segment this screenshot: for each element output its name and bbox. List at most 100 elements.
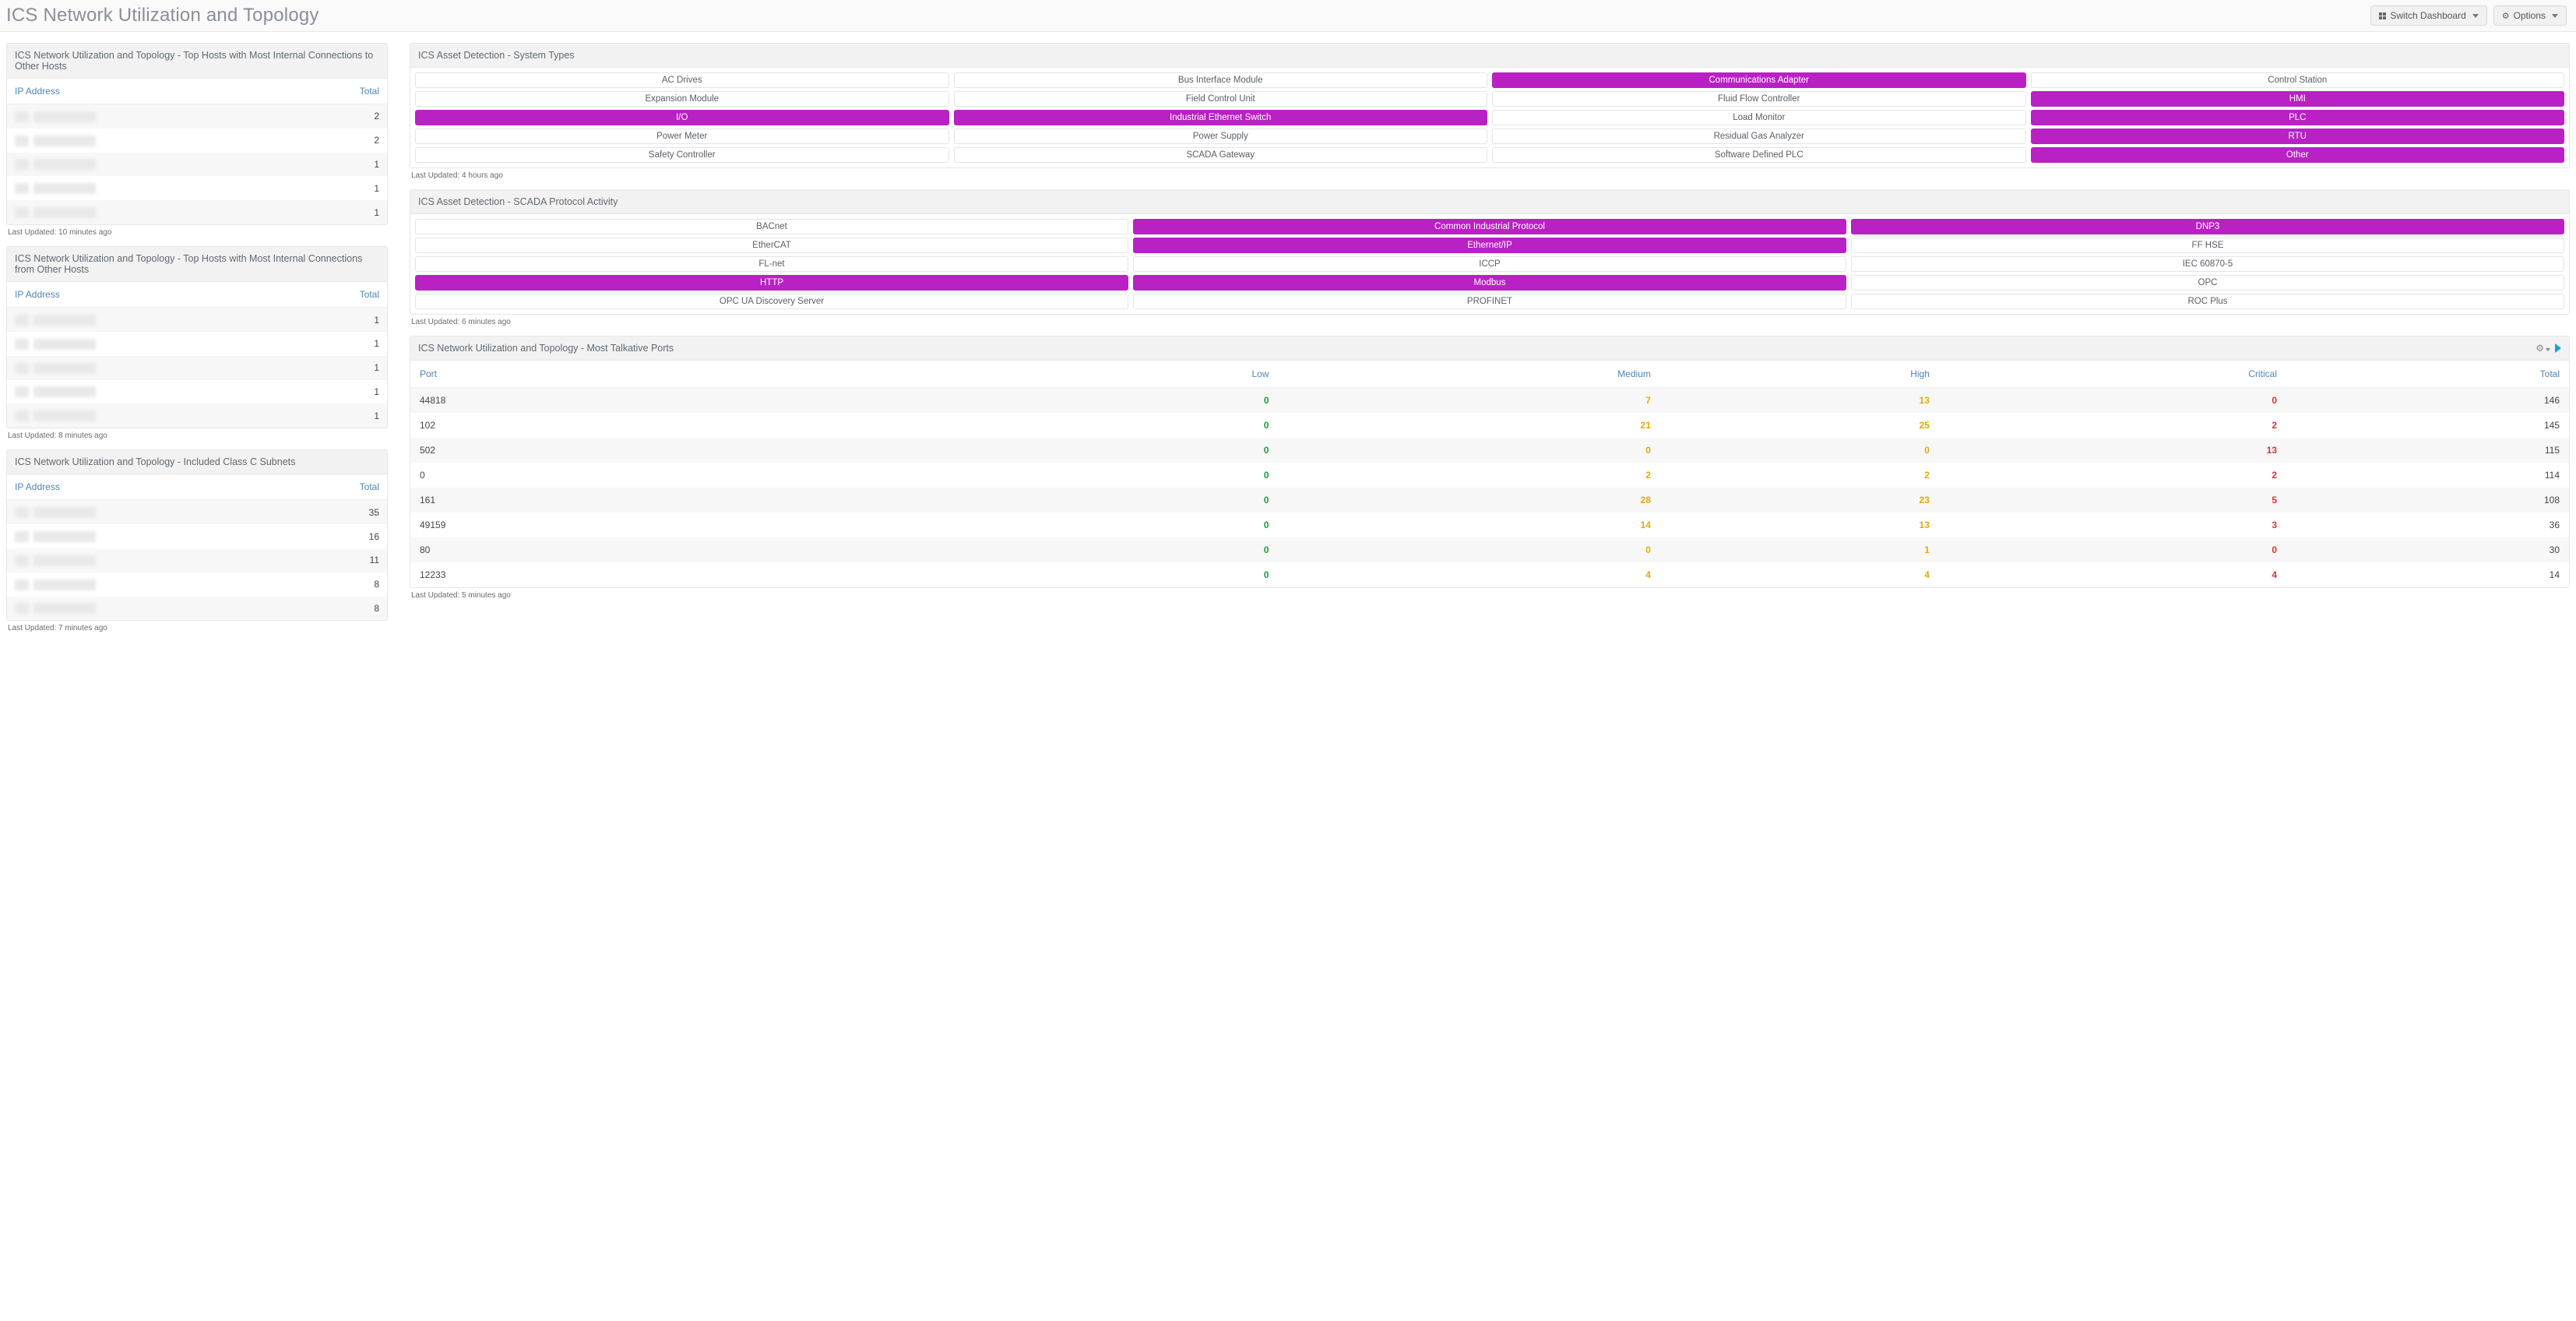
cell-ip <box>7 597 285 621</box>
filter-pill[interactable]: Ethernet/IP <box>1133 238 1846 253</box>
filter-pill[interactable]: AC Drives <box>415 72 949 88</box>
cell-critical: 5 <box>1939 488 2286 513</box>
last-updated: Last Updated: 6 minutes ago <box>410 315 2570 326</box>
filter-pill[interactable]: Other <box>2031 147 2565 163</box>
filter-pill[interactable]: RTU <box>2031 129 2565 144</box>
cell-total: 1 <box>285 308 387 332</box>
table-row[interactable]: 50200013115 <box>410 438 2569 463</box>
panel-title: ICS Network Utilization and Topology - T… <box>15 50 379 72</box>
panel-header: ICS Network Utilization and Topology - T… <box>7 44 387 79</box>
table-row[interactable]: 1 <box>7 308 387 332</box>
filter-pill[interactable]: Common Industrial Protocol <box>1133 219 1846 234</box>
col-port[interactable]: Port <box>410 361 1015 388</box>
table-row[interactable]: 1 <box>7 403 387 428</box>
table-row[interactable]: 8 <box>7 597 387 621</box>
panel-settings-button[interactable]: ⚙ <box>2536 343 2550 354</box>
panel-expand-button[interactable] <box>2555 343 2561 353</box>
filter-pill[interactable]: EtherCAT <box>415 238 1128 253</box>
filter-pill[interactable]: Power Meter <box>415 129 949 144</box>
filter-pill[interactable]: ROC Plus <box>1851 294 2564 309</box>
cell-ip <box>7 548 285 572</box>
last-updated: Last Updated: 7 minutes ago <box>6 621 388 632</box>
col-low[interactable]: Low <box>1015 361 1278 388</box>
col-total[interactable]: Total <box>285 79 387 104</box>
cell-ip <box>7 332 285 356</box>
panel-title: ICS Network Utilization and Topology - M… <box>418 343 674 354</box>
cell-ip <box>7 129 285 153</box>
table-row[interactable]: 1 <box>7 176 387 200</box>
table-row[interactable]: 1 <box>7 332 387 356</box>
filter-pill[interactable]: BACnet <box>415 219 1128 234</box>
cell-high: 25 <box>1660 413 1939 438</box>
table-row[interactable]: 4915901413336 <box>410 513 2569 537</box>
filter-pill[interactable]: HMI <box>2031 91 2565 107</box>
topbar: ICS Network Utilization and Topology Swi… <box>0 0 2576 32</box>
table-row[interactable]: 1 <box>7 200 387 224</box>
cell-ip <box>7 380 285 404</box>
filter-pill[interactable]: Residual Gas Analyzer <box>1492 129 2026 144</box>
cell-port: 102 <box>410 413 1015 438</box>
cell-critical: 2 <box>1939 463 2286 488</box>
filter-pill[interactable]: PROFINET <box>1133 294 1846 309</box>
col-critical[interactable]: Critical <box>1939 361 2286 388</box>
table-row[interactable]: 00222114 <box>410 463 2569 488</box>
filter-pill[interactable]: Communications Adapter <box>1492 72 2026 88</box>
table-row[interactable]: 1 <box>7 153 387 177</box>
table-row[interactable]: 2 <box>7 129 387 153</box>
table-row[interactable]: 12233044414 <box>410 562 2569 587</box>
options-button[interactable]: ⚙ Options <box>2493 5 2567 26</box>
filter-pill[interactable]: DNP3 <box>1851 219 2564 234</box>
right-column: ICS Asset Detection - System Types AC Dr… <box>410 43 2570 632</box>
table-row[interactable]: 161028235108 <box>410 488 2569 513</box>
filter-pill[interactable]: Bus Interface Module <box>954 72 1488 88</box>
table-row[interactable]: 1 <box>7 356 387 380</box>
filter-pill[interactable]: OPC UA Discovery Server <box>415 294 1128 309</box>
chevron-down-icon <box>2472 14 2479 18</box>
cell-total: 108 <box>2286 488 2569 513</box>
filter-pill[interactable]: IEC 60870-5 <box>1851 256 2564 272</box>
filter-pill[interactable]: Control Station <box>2031 72 2565 88</box>
table-row[interactable]: 2 <box>7 104 387 129</box>
table-row[interactable]: 4481807130146 <box>410 388 2569 414</box>
filter-pill[interactable]: SCADA Gateway <box>954 147 1488 163</box>
table-row[interactable]: 16 <box>7 524 387 548</box>
table-row[interactable]: 102021252145 <box>410 413 2569 438</box>
col-ip[interactable]: IP Address <box>7 79 285 104</box>
col-total[interactable]: Total <box>285 474 387 500</box>
cell-high: 0 <box>1660 438 1939 463</box>
filter-pill[interactable]: Fluid Flow Controller <box>1492 91 2026 107</box>
table-row[interactable]: 1 <box>7 380 387 404</box>
filter-pill[interactable]: Load Monitor <box>1492 110 2026 125</box>
filter-pill[interactable]: Modbus <box>1133 275 1846 291</box>
filter-pill[interactable]: I/O <box>415 110 949 125</box>
filter-pill[interactable]: FL-net <box>415 256 1128 272</box>
filter-pill[interactable]: PLC <box>2031 110 2565 125</box>
col-ip[interactable]: IP Address <box>7 282 285 308</box>
col-total[interactable]: Total <box>285 282 387 308</box>
filter-pill[interactable]: Industrial Ethernet Switch <box>954 110 1488 125</box>
cell-high: 13 <box>1660 388 1939 414</box>
col-ip[interactable]: IP Address <box>7 474 285 500</box>
panel-top-hosts-from: ICS Network Utilization and Topology - T… <box>6 246 388 440</box>
filter-pill[interactable]: Safety Controller <box>415 147 949 163</box>
filter-pill[interactable]: HTTP <box>415 275 1128 291</box>
filter-pill[interactable]: OPC <box>1851 275 2564 291</box>
table-row[interactable]: 80001030 <box>410 537 2569 562</box>
table-row[interactable]: 8 <box>7 572 387 597</box>
switch-dashboard-button[interactable]: Switch Dashboard <box>2370 5 2486 26</box>
table-row[interactable]: 11 <box>7 548 387 572</box>
col-high[interactable]: High <box>1660 361 1939 388</box>
filter-pill[interactable]: FF HSE <box>1851 238 2564 253</box>
cell-port: 502 <box>410 438 1015 463</box>
cell-low: 0 <box>1015 562 1278 587</box>
filter-pill[interactable]: Expansion Module <box>415 91 949 107</box>
cell-ip <box>7 524 285 548</box>
col-medium[interactable]: Medium <box>1279 361 1660 388</box>
filter-pill[interactable]: Software Defined PLC <box>1492 147 2026 163</box>
table-row[interactable]: 35 <box>7 500 387 524</box>
filter-pill[interactable]: Power Supply <box>954 129 1488 144</box>
cell-critical: 13 <box>1939 438 2286 463</box>
col-total[interactable]: Total <box>2286 361 2569 388</box>
filter-pill[interactable]: Field Control Unit <box>954 91 1488 107</box>
filter-pill[interactable]: ICCP <box>1133 256 1846 272</box>
